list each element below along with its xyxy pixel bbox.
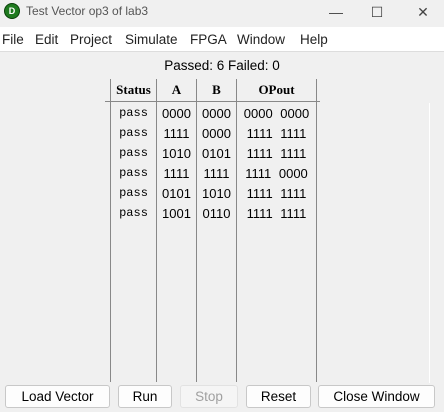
- menu-file[interactable]: File: [2, 32, 24, 47]
- test-summary: Passed: 6 Failed: 0: [164, 58, 280, 73]
- cell-status: pass: [119, 126, 148, 140]
- stop-button[interactable]: Stop: [180, 385, 238, 408]
- cell-b: 0110: [202, 206, 231, 221]
- menu-simulate[interactable]: Simulate: [125, 32, 178, 47]
- close-button[interactable]: ✕: [403, 1, 443, 23]
- menu-fpga[interactable]: FPGA: [190, 32, 227, 47]
- cell-b: 1111: [203, 166, 230, 181]
- header-opout: OPout: [258, 82, 295, 97]
- column-divider: [110, 79, 111, 382]
- close-window-button[interactable]: Close Window: [318, 385, 435, 408]
- load-vector-button[interactable]: Load Vector: [5, 385, 110, 408]
- cell-opout: 1111 0000: [245, 166, 308, 181]
- scroll-pane-border: [429, 103, 430, 383]
- cell-a: 0000: [162, 106, 191, 121]
- window-title: Test Vector op3 of lab3: [26, 4, 149, 18]
- column-divider: [196, 79, 197, 382]
- cell-a: 0101: [162, 186, 191, 201]
- menu-help[interactable]: Help: [300, 32, 328, 47]
- maximize-button[interactable]: ☐: [357, 1, 397, 23]
- cell-a: 1010: [162, 146, 191, 161]
- cell-status: pass: [119, 106, 148, 120]
- cell-status: pass: [119, 166, 148, 180]
- cell-a: 1001: [162, 206, 191, 221]
- run-button[interactable]: Run: [118, 385, 172, 408]
- reset-button[interactable]: Reset: [246, 385, 311, 408]
- header-divider: [105, 101, 320, 102]
- cell-opout: 1111 1111: [246, 146, 307, 161]
- column-divider: [236, 79, 237, 382]
- menu-edit[interactable]: Edit: [35, 32, 58, 47]
- cell-b: 1010: [202, 186, 231, 201]
- column-divider: [156, 79, 157, 382]
- header-a: A: [171, 82, 182, 97]
- cell-opout: 1111 1111: [246, 186, 307, 201]
- cell-status: pass: [119, 206, 148, 220]
- cell-opout: 1111 1111: [246, 206, 307, 221]
- cell-b: 0000: [202, 126, 231, 141]
- column-divider: [316, 79, 317, 382]
- cell-b: 0000: [202, 106, 231, 121]
- cell-a: 1111: [163, 126, 190, 141]
- app-logo-icon: D: [4, 3, 20, 19]
- cell-status: pass: [119, 146, 148, 160]
- cell-opout: 1111 1111: [246, 126, 307, 141]
- cell-b: 0101: [202, 146, 231, 161]
- minimize-button[interactable]: —: [316, 1, 356, 23]
- menu-window[interactable]: Window: [237, 32, 285, 47]
- cell-opout: 0000 0000: [243, 106, 310, 121]
- menu-project[interactable]: Project: [70, 32, 112, 47]
- header-status: Status: [116, 82, 151, 97]
- menu-bar: File Edit Project Simulate FPGA Window H…: [0, 27, 444, 52]
- cell-a: 1111: [163, 166, 190, 181]
- header-b: B: [212, 82, 221, 97]
- cell-status: pass: [119, 186, 148, 200]
- title-bar: D Test Vector op3 of lab3 — ☐ ✕: [0, 0, 444, 26]
